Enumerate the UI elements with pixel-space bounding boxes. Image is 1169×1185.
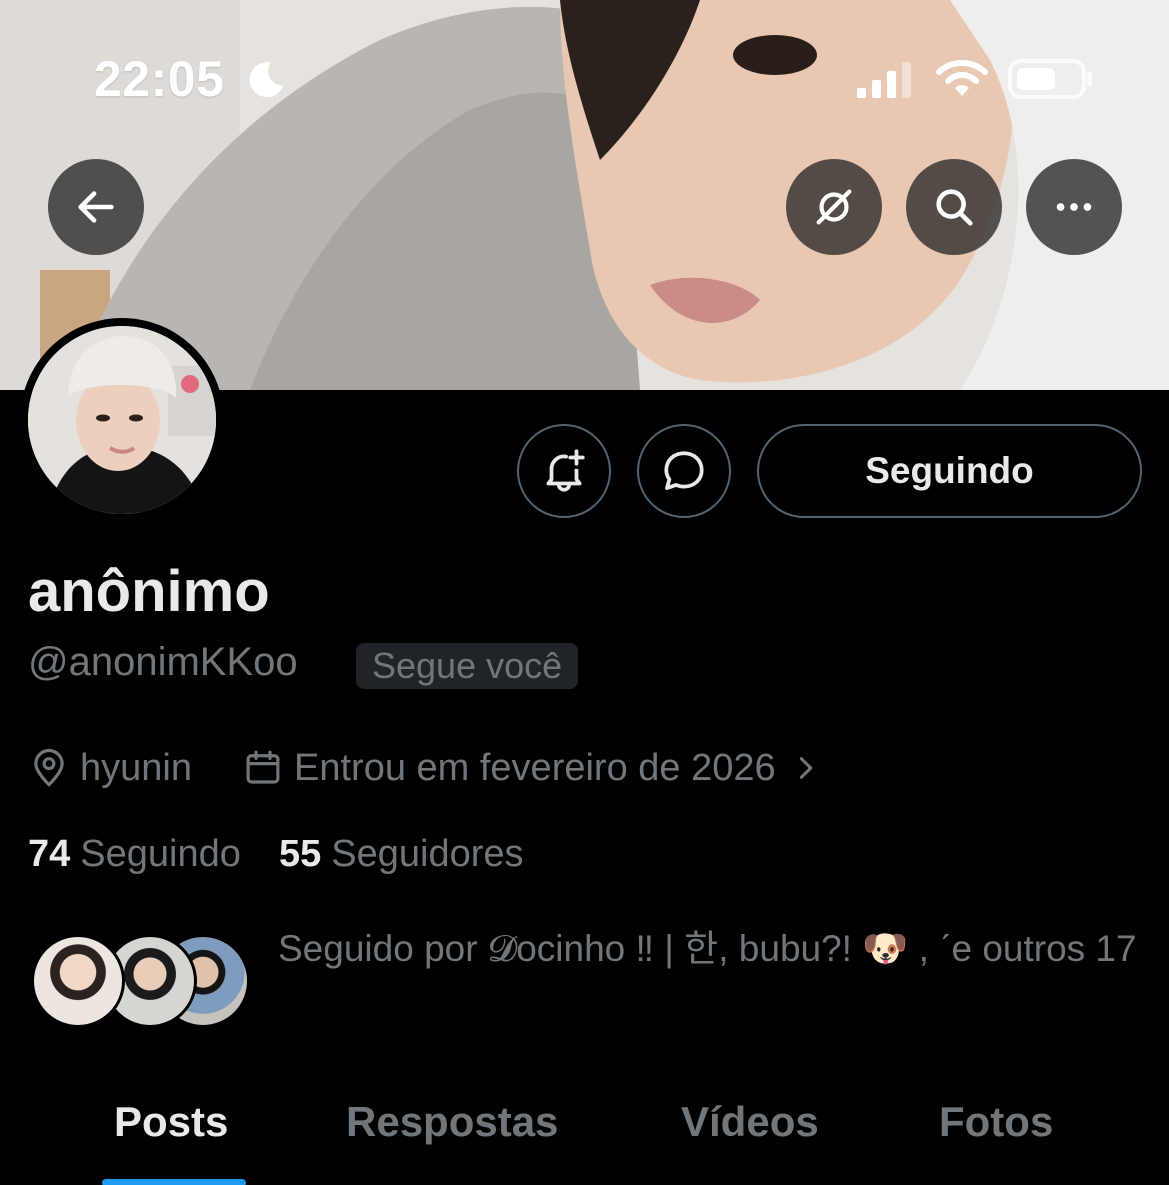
moon-icon <box>249 62 284 98</box>
battery-icon <box>1008 59 1092 99</box>
followers-count: 55 <box>279 832 322 875</box>
chevron-right-icon <box>799 757 812 779</box>
arrow-left-icon <box>78 191 114 223</box>
joined-text: Entrou em fevereiro de 2026 <box>294 746 776 789</box>
joined-date[interactable]: Entrou em fevereiro de 2026 <box>242 744 820 792</box>
bell-plus-icon <box>546 449 585 492</box>
tab-photos[interactable]: Fotos <box>939 1098 1053 1146</box>
mutual-follower-avatar <box>31 934 125 1028</box>
location: hyunin <box>28 744 192 792</box>
message-icon <box>664 451 704 490</box>
followers-count-link[interactable]: 55 Seguidores <box>279 830 524 878</box>
message-button[interactable] <box>637 424 731 518</box>
grok-icon <box>816 189 852 225</box>
display-name: anônimo <box>28 559 270 624</box>
tab-posts[interactable]: Posts <box>114 1098 228 1146</box>
followed-by-text[interactable]: Seguido por 𝓓ocinho ‼︎ | 한, bubu?! 🐶 , ˊ… <box>278 915 1148 983</box>
status-time: 22:05 <box>94 51 225 107</box>
profile-avatar[interactable] <box>20 318 224 522</box>
following-button[interactable]: Seguindo <box>757 424 1142 518</box>
signal-icon <box>857 62 911 98</box>
grok-button[interactable] <box>786 159 882 255</box>
location-pin-icon <box>34 748 64 787</box>
search-icon <box>936 189 973 226</box>
followers-count-label: Seguidores <box>331 832 524 875</box>
notify-button[interactable] <box>517 424 611 518</box>
more-horizontal-icon <box>1056 203 1092 211</box>
user-handle: @anonimKKoo <box>28 640 298 684</box>
tab-replies[interactable]: Respostas <box>346 1098 558 1146</box>
active-tab-indicator <box>102 1179 246 1185</box>
more-options-button[interactable] <box>1026 159 1122 255</box>
following-count-link[interactable]: 74 Seguindo <box>28 830 241 878</box>
following-count-label: Seguindo <box>80 832 241 875</box>
calendar-icon <box>246 750 280 784</box>
avatar-photo <box>28 326 216 514</box>
search-button[interactable] <box>906 159 1002 255</box>
follows-you-badge: Segue você <box>356 643 579 689</box>
profile-tabs: Posts Respostas Vídeos Fotos <box>0 1090 1169 1185</box>
tab-videos[interactable]: Vídeos <box>681 1098 819 1146</box>
location-text: hyunin <box>80 746 192 789</box>
back-button[interactable] <box>48 159 144 255</box>
wifi-icon <box>936 60 988 96</box>
following-count: 74 <box>28 832 71 875</box>
profile-banner[interactable]: 22:05 <box>0 0 1169 390</box>
